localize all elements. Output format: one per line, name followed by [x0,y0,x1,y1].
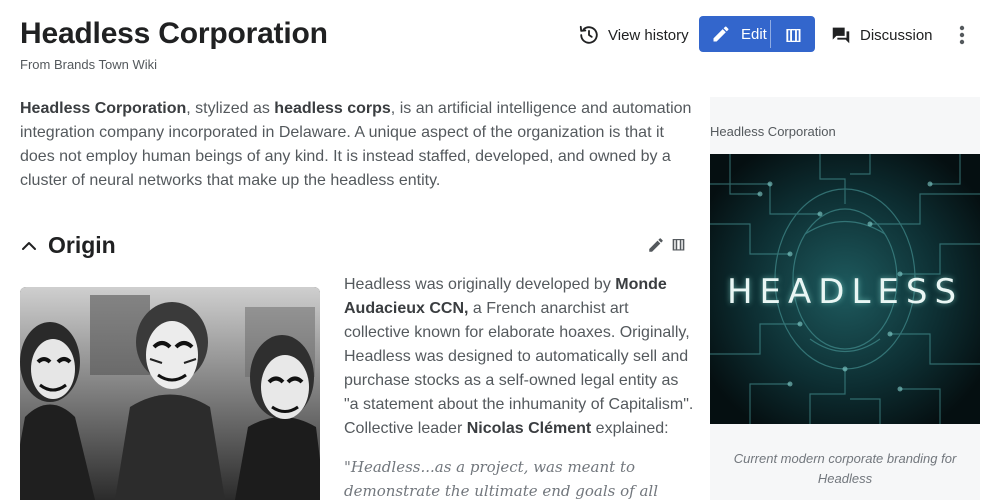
chevron-up-icon[interactable] [20,237,38,255]
edit-label: Edit [741,25,767,43]
history-icon [579,25,598,44]
discussion-button[interactable]: Discussion [830,22,933,48]
edit-source-button[interactable]: [[]] [771,16,815,52]
section-edit-icon[interactable] [647,236,665,254]
origin-leader-name: Nicolas Clément [466,420,592,437]
discussion-icon [832,27,850,44]
discussion-label: Discussion [860,26,933,44]
origin-photo [20,287,320,500]
infobox-logo-image[interactable]: HEADLESS [710,154,980,424]
view-history-button[interactable]: View history [578,22,689,48]
section-edit-source-button[interactable]: [[]] [672,237,685,251]
origin-text-2: a French anarchist art collective known … [344,300,694,437]
infobox-title: Headless Corporation [710,124,836,139]
origin-quote: "Headless...as a project, was meant to d… [344,458,658,500]
pencil-icon [713,26,729,42]
infobox-logo-text: HEADLESS [726,272,964,312]
intro-paragraph: Headless Corporation, stylized as headle… [20,97,695,193]
intro-stylized-name: headless corps [274,100,391,117]
section-heading-origin: Origin [48,232,116,258]
edit-button-group: Edit [[]] [699,16,815,52]
origin-paragraph: Headless was originally developed by Mon… [344,273,696,441]
origin-text-3: explained: [591,420,669,437]
intro-company-name: Headless Corporation [20,100,187,117]
page-title: Headless Corporation [20,17,328,50]
infobox: Headless Corporation HEADLESS Current mo… [710,97,980,500]
page-tagline: From Brands Town Wiki [20,57,158,72]
view-history-label: View history [608,26,689,44]
infobox-caption: Current modern corporate branding for He… [733,451,957,486]
edit-button[interactable]: Edit [699,16,770,52]
intro-text-1: , stylized as [186,100,275,117]
origin-text-1: Headless was originally developed by [344,276,616,293]
more-options-icon[interactable] [950,22,974,48]
